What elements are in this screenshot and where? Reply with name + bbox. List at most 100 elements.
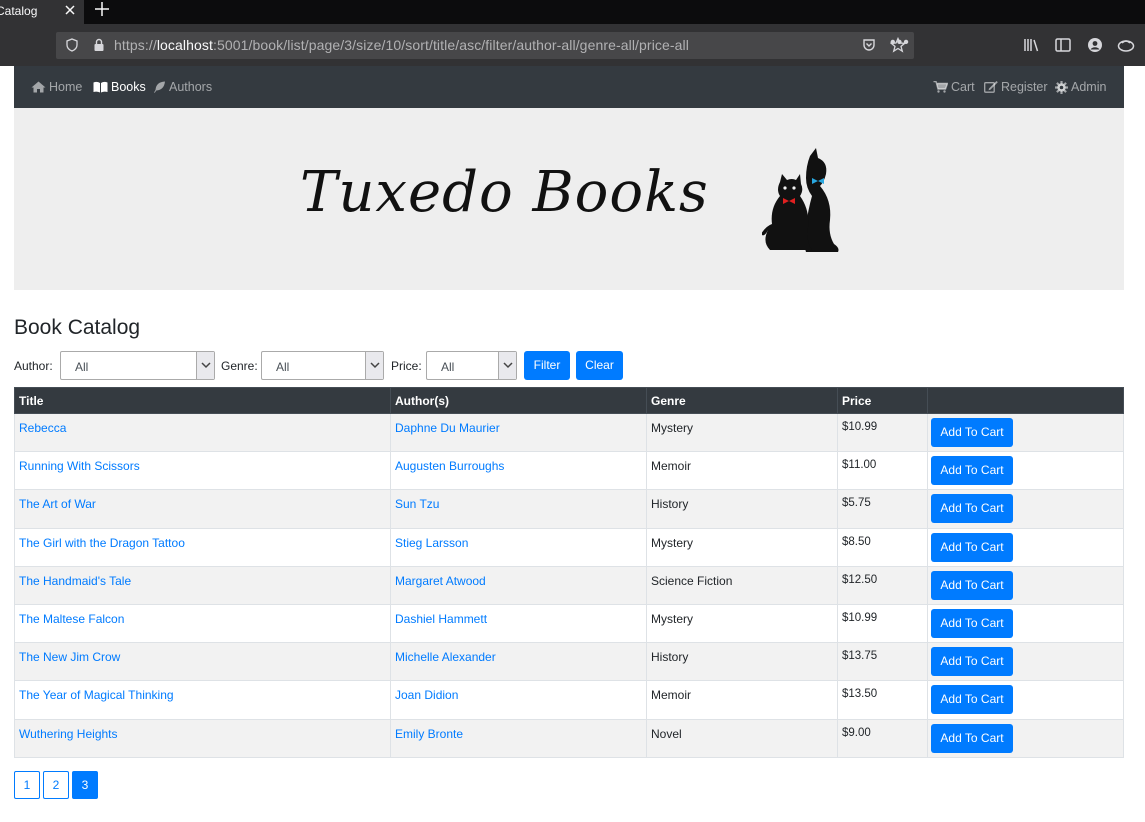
genre-filter-label: Genre:	[221, 359, 258, 373]
account-icon[interactable]	[1086, 37, 1104, 53]
chevron-down-icon	[498, 352, 516, 379]
new-tab-icon[interactable]	[94, 0, 110, 18]
genre-cell: History	[646, 489, 838, 529]
site-navbar: Home Books Authors Cart Register Admin	[14, 66, 1124, 108]
book-title-link[interactable]: The Art of War	[19, 497, 96, 511]
chevron-down-icon	[365, 352, 383, 379]
add-to-cart-button[interactable]: Add To Cart	[931, 570, 1013, 600]
nav-books-label: Books	[111, 80, 146, 94]
book-title-link[interactable]: The Girl with the Dragon Tattoo	[19, 536, 185, 550]
genre-select-value: All	[276, 360, 290, 374]
author-link[interactable]: Joan Didion	[395, 688, 458, 702]
book-title-link[interactable]: The Handmaid's Tale	[19, 574, 131, 588]
price-cell: $9.00	[837, 718, 928, 758]
add-to-cart-button[interactable]: Add To Cart	[931, 532, 1013, 562]
author-select[interactable]: All	[60, 351, 215, 380]
author-link[interactable]: Michelle Alexander	[395, 650, 496, 664]
author-link[interactable]: Sun Tzu	[395, 497, 439, 511]
author-cell: Stieg Larsson	[390, 527, 647, 567]
price-cell: $8.50	[837, 527, 928, 567]
title-cell: Wuthering Heights	[14, 718, 391, 758]
genre-cell: Mystery	[646, 412, 838, 453]
nav-books[interactable]: Books	[93, 80, 146, 94]
genre-select[interactable]: All	[261, 351, 384, 380]
table-row: The Maltese Falcon Dashiel Hammett Mystery…	[14, 603, 1124, 644]
author-cell: Joan Didion	[390, 680, 647, 720]
author-link[interactable]: Emily Bronte	[395, 727, 463, 741]
column-header-actions	[927, 387, 1124, 414]
library-icon[interactable]	[1023, 37, 1041, 53]
nav-admin[interactable]: Admin	[1055, 80, 1106, 94]
extension-icon[interactable]	[1117, 37, 1135, 53]
page-link-2[interactable]: 2	[43, 771, 69, 799]
nav-authors[interactable]: Authors	[153, 80, 212, 94]
logo-banner: Tuxedo Books	[14, 108, 1124, 290]
table-row: Rebecca Daphne Du Maurier Mystery $10.99 Add…	[14, 412, 1124, 453]
url-host: localhost	[156, 37, 213, 53]
action-cell: Add To Cart	[927, 603, 1124, 644]
title-cell: The New Jim Crow	[14, 642, 391, 682]
nav-home-label: Home	[49, 80, 83, 94]
author-link[interactable]: Margaret Atwood	[395, 574, 486, 588]
author-link[interactable]: Daphne Du Maurier	[395, 421, 500, 435]
tab-close-icon[interactable]	[64, 2, 76, 18]
genre-cell: Memoir	[646, 451, 838, 491]
filter-button[interactable]: Filter	[524, 351, 570, 380]
add-to-cart-button[interactable]: Add To Cart	[931, 647, 1013, 677]
cart-icon	[933, 81, 948, 93]
genre-cell: Science Fiction	[646, 565, 838, 605]
author-cell: Augusten Burroughs	[390, 451, 647, 491]
table-row: The Girl with the Dragon Tattoo Stieg Lar…	[14, 527, 1124, 567]
action-cell: Add To Cart	[927, 451, 1124, 491]
book-icon	[93, 81, 108, 93]
price-select[interactable]: All	[426, 351, 517, 380]
table-row: The Year of Magical Thinking Joan Didion M…	[14, 680, 1124, 720]
nav-register[interactable]: Register	[984, 80, 1048, 94]
book-table: Title Author(s) Genre Price Rebecca Daphn…	[14, 387, 1124, 758]
add-to-cart-button[interactable]: Add To Cart	[931, 685, 1013, 715]
action-cell: Add To Cart	[927, 680, 1124, 720]
shield-icon[interactable]	[65, 38, 79, 52]
price-cell: $5.75	[837, 489, 928, 529]
price-filter-label: Price:	[391, 359, 422, 373]
pocket-icon[interactable]	[862, 38, 876, 52]
book-table-body: Rebecca Daphne Du Maurier Mystery $10.99 Add…	[14, 412, 1124, 758]
add-to-cart-button[interactable]: Add To Cart	[931, 608, 1013, 638]
column-header-price: Price	[837, 387, 928, 414]
book-title-link[interactable]: Wuthering Heights	[19, 727, 118, 741]
title-cell: The Maltese Falcon	[14, 603, 391, 644]
author-link[interactable]: Dashiel Hammett	[395, 612, 487, 626]
url-text[interactable]: https://localhost:5001/book/list/page/3/…	[114, 37, 689, 53]
book-title-link[interactable]: Running With Scissors	[19, 459, 140, 473]
table-row: The Art of War Sun Tzu History $5.75 Add To …	[14, 489, 1124, 529]
nav-cart[interactable]: Cart	[933, 80, 975, 94]
page-link-3[interactable]: 3	[72, 771, 98, 799]
book-title-link[interactable]: Rebecca	[19, 421, 66, 435]
title-cell: Running With Scissors	[14, 451, 391, 491]
author-cell: Michelle Alexander	[390, 642, 647, 682]
book-title-link[interactable]: The New Jim Crow	[19, 650, 120, 664]
author-link[interactable]: Stieg Larsson	[395, 536, 468, 550]
action-cell: Add To Cart	[927, 642, 1124, 682]
table-row: The Handmaid's Tale Margaret Atwood Scienc…	[14, 565, 1124, 605]
bookmark-star-icon[interactable]	[890, 37, 906, 53]
add-to-cart-button[interactable]: Add To Cart	[931, 418, 1013, 447]
title-cell: The Handmaid's Tale	[14, 565, 391, 605]
logo-text: Tuxedo Books	[300, 160, 709, 225]
nav-home[interactable]: Home	[31, 80, 82, 94]
lock-icon[interactable]	[92, 38, 106, 52]
author-cell: Margaret Atwood	[390, 565, 647, 605]
page-link-1[interactable]: 1	[14, 771, 40, 799]
url-bar[interactable]: https://localhost:5001/book/list/page/3/…	[56, 32, 914, 59]
author-link[interactable]: Augusten Burroughs	[395, 459, 504, 473]
add-to-cart-button[interactable]: Add To Cart	[931, 494, 1013, 524]
clear-button[interactable]: Clear	[576, 351, 623, 380]
add-to-cart-button[interactable]: Add To Cart	[931, 456, 1013, 486]
column-header-title: Title	[14, 387, 391, 414]
book-title-link[interactable]: The Year of Magical Thinking	[19, 688, 174, 702]
price-select-value: All	[441, 360, 455, 374]
browser-tab[interactable]: Catalog	[0, 0, 84, 24]
add-to-cart-button[interactable]: Add To Cart	[931, 723, 1013, 753]
book-title-link[interactable]: The Maltese Falcon	[19, 612, 124, 626]
sidebar-icon[interactable]	[1054, 37, 1072, 53]
